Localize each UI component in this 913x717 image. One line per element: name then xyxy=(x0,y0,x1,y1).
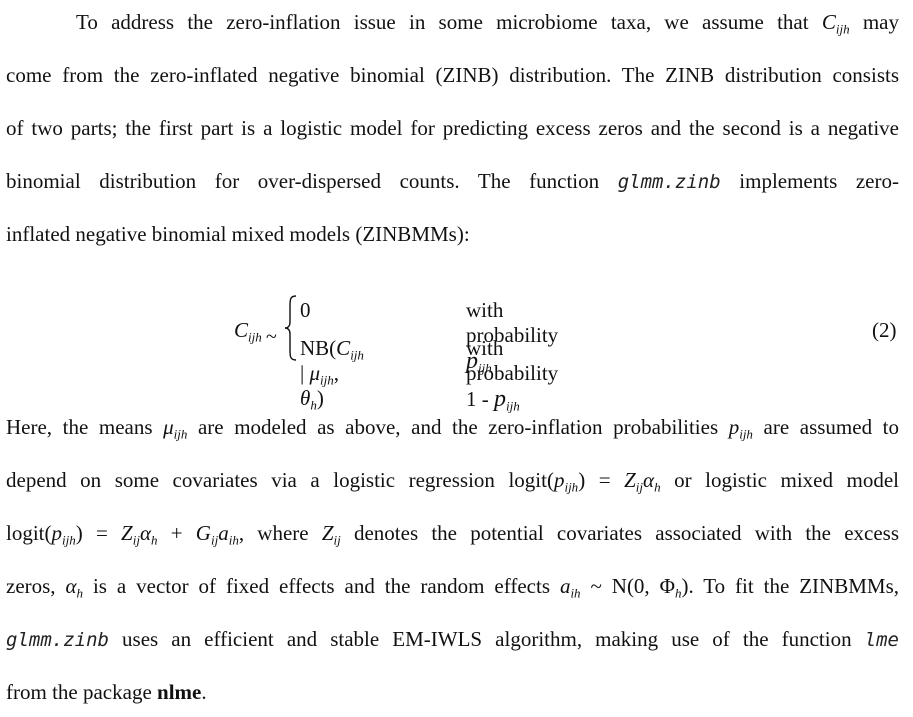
p2-line3: logit(pijh) = Zijαh + Gijaih, where Zij … xyxy=(6,521,900,548)
p1-line5: inflated negative binomial mixed models … xyxy=(6,222,470,246)
p2-line2: depend on some covariates via a logistic… xyxy=(6,468,900,495)
eq-brace xyxy=(284,295,297,361)
package-nlme: nlme xyxy=(157,680,202,704)
code-lme: lme xyxy=(864,629,899,651)
code-glmm-zinb: glmm.zinb xyxy=(617,171,721,193)
eq-sim: ~ xyxy=(266,326,277,348)
eq-case2-cond: with probability 1 - pijh xyxy=(466,336,559,414)
p2-line4: zeros, αh is a vector of fixed effects a… xyxy=(6,574,899,601)
eq-case1-value: 0 xyxy=(300,298,311,322)
eq-lhs: Cijh xyxy=(234,318,262,345)
p1-line4: binomial distribution for over-dispersed… xyxy=(6,169,899,193)
code-glmm-zinb-2: glmm.zinb xyxy=(6,629,109,651)
p2-line1: Here, the means μijh are modeled as abov… xyxy=(6,415,899,442)
p1-line1: To address the zero-inflation issue in s… xyxy=(76,10,900,37)
p1-line2: come from the zero-inflated negative bin… xyxy=(6,63,899,87)
p2-line6: from the package nlme. xyxy=(6,680,207,704)
eq-case2-value: NB(Cijh | μijh, θh) xyxy=(300,336,364,413)
p1-line3: of two parts; the first part is a logist… xyxy=(6,116,899,140)
equation-number: (2) xyxy=(872,318,897,342)
p2-line5: glmm.zinb uses an efficient and stable E… xyxy=(6,627,899,651)
var-C: C xyxy=(821,10,836,34)
